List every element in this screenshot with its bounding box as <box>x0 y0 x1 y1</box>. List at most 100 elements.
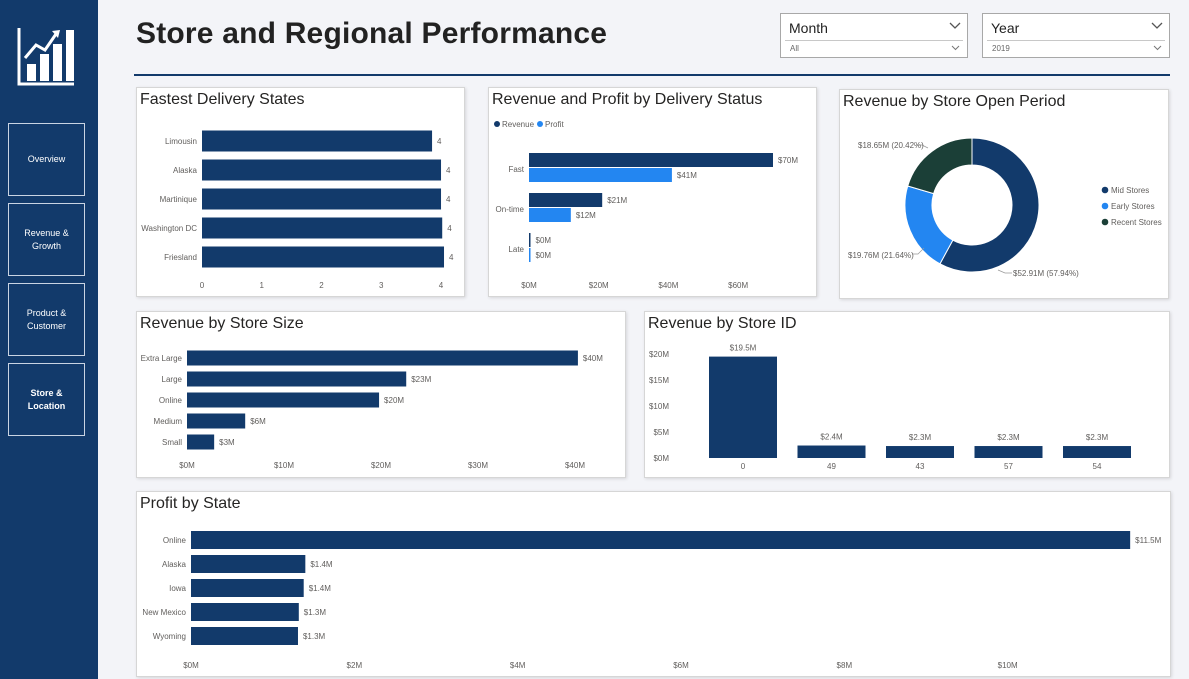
fastest-delivery-chart: Limousin 4 Alaska 4 Martinique 4 Washington DC… <box>141 130 454 290</box>
bar <box>191 531 1131 549</box>
data-label: $52.91M (57.94%) <box>1013 269 1079 278</box>
x-tick-label: 43 <box>916 462 925 471</box>
x-tick-label: 54 <box>1093 462 1102 471</box>
chevron-down-icon[interactable] <box>951 45 960 51</box>
chevron-down-icon[interactable] <box>1151 22 1163 30</box>
data-label: 4 <box>449 253 454 262</box>
nav-revenue-growth-button[interactable]: Revenue & Growth <box>8 203 85 276</box>
x-tick-label: $10M <box>274 461 294 470</box>
legend-marker <box>537 121 543 127</box>
data-label: $23M <box>411 375 431 384</box>
x-tick-label: $4M <box>510 661 526 670</box>
y-tick-label: $5M <box>653 428 669 437</box>
nav-label: Revenue & Growth <box>24 227 69 251</box>
y-tick-label: $10M <box>649 402 669 411</box>
x-tick-label: $30M <box>468 461 488 470</box>
y-tick-label: $15M <box>649 376 669 385</box>
data-label: 4 <box>446 195 451 204</box>
category-label: Alaska <box>173 166 198 175</box>
x-tick-label: $60M <box>728 281 748 290</box>
data-label: $41M <box>677 171 697 180</box>
nav-label: Store & Location <box>27 387 66 411</box>
bar <box>202 246 445 268</box>
category-label: Online <box>163 536 187 545</box>
legend-label: Profit <box>545 120 564 129</box>
category-label: Limousin <box>165 137 197 146</box>
data-label: 4 <box>446 166 451 175</box>
month-slicer[interactable]: Month All <box>780 13 968 58</box>
category-label: Fast <box>508 165 524 174</box>
data-label: $19.5M <box>730 344 757 353</box>
bar <box>187 371 407 387</box>
bar <box>187 413 246 429</box>
data-label: $1.3M <box>304 608 327 617</box>
data-label: $1.4M <box>310 560 333 569</box>
nav-label: Product & Customer <box>26 307 67 331</box>
x-tick-label: 0 <box>200 281 205 290</box>
month-slicer-value: All <box>790 44 799 53</box>
data-label: $19.76M (21.64%) <box>848 251 914 260</box>
bar <box>529 248 531 262</box>
category-label: Online <box>159 396 183 405</box>
legend-marker <box>1101 218 1109 226</box>
leader-line <box>997 269 1012 274</box>
chevron-down-icon[interactable] <box>1153 45 1162 51</box>
year-slicer-value: 2019 <box>992 44 1010 53</box>
x-tick-label: $40M <box>658 281 678 290</box>
bar-chart-growth-icon <box>16 26 76 88</box>
x-tick-label: $20M <box>589 281 609 290</box>
chevron-down-icon[interactable] <box>949 22 961 30</box>
x-tick-label: 1 <box>260 281 265 290</box>
x-tick-label: 2 <box>319 281 324 290</box>
bar <box>797 445 866 458</box>
legend-label: Revenue <box>502 120 535 129</box>
category-label: Large <box>162 375 183 384</box>
legend-marker <box>1101 202 1109 210</box>
data-label: $2.3M <box>909 433 932 442</box>
year-slicer-label: Year <box>991 20 1020 36</box>
x-tick-label: 57 <box>1004 462 1013 471</box>
x-tick-label: $2M <box>347 661 363 670</box>
x-tick-label: $0M <box>183 661 199 670</box>
x-tick-label: 4 <box>439 281 444 290</box>
bar <box>529 208 571 222</box>
bar <box>187 392 380 408</box>
bar <box>529 168 672 182</box>
data-label: $2.3M <box>997 433 1020 442</box>
category-label: Iowa <box>169 584 186 593</box>
bar <box>974 446 1043 458</box>
nav-product-customer-button[interactable]: Product & Customer <box>8 283 85 356</box>
store-open-period-card: Revenue by Store Open Period $52.91M (57… <box>839 89 1169 299</box>
store-id-chart: $0M $5M $10M $15M $20M $19.5M 0 $2.4M 49 $2.3M 43 $… <box>649 344 1131 471</box>
store-id-card: Revenue by Store ID $0M $5M $10M $15M $20M $1… <box>644 311 1170 478</box>
category-label: Alaska <box>162 560 187 569</box>
legend-label: Early Stores <box>1111 202 1155 211</box>
data-label: $1.3M <box>303 632 326 641</box>
category-label: Wyoming <box>153 632 186 641</box>
year-slicer[interactable]: Year 2019 <box>982 13 1170 58</box>
sidebar: Overview Revenue & Growth Product & Cust… <box>0 0 98 679</box>
nav-overview-button[interactable]: Overview <box>8 123 85 196</box>
category-label: Martinique <box>160 195 198 204</box>
x-tick-label: $6M <box>673 661 689 670</box>
store-size-chart: Extra Large $40M Large $23M Online $20M Medium… <box>141 350 603 470</box>
fastest-delivery-card: Fastest Delivery States Limousin 4 Alaska 4… <box>136 87 465 297</box>
page-title: Store and Regional Performance <box>136 17 608 50</box>
bar <box>191 603 299 621</box>
legend-label: Mid Stores <box>1111 186 1149 195</box>
data-label: $11.5M <box>1135 536 1161 545</box>
data-label: $0M <box>536 236 552 245</box>
bar <box>709 356 777 458</box>
bar <box>529 153 773 167</box>
nav-store-location-button[interactable]: Store & Location <box>8 363 85 436</box>
category-label: Small <box>162 438 182 447</box>
x-tick-label: $0M <box>179 461 195 470</box>
profit-by-state-card: Profit by State Online $11.5M Alaska $1.4M I… <box>136 491 1171 677</box>
x-tick-label: $40M <box>565 461 585 470</box>
bar <box>886 446 954 458</box>
data-label: $70M <box>778 156 798 165</box>
y-tick-label: $20M <box>649 350 669 359</box>
bar <box>191 555 306 573</box>
data-label: $12M <box>576 211 596 220</box>
bar <box>529 233 531 247</box>
